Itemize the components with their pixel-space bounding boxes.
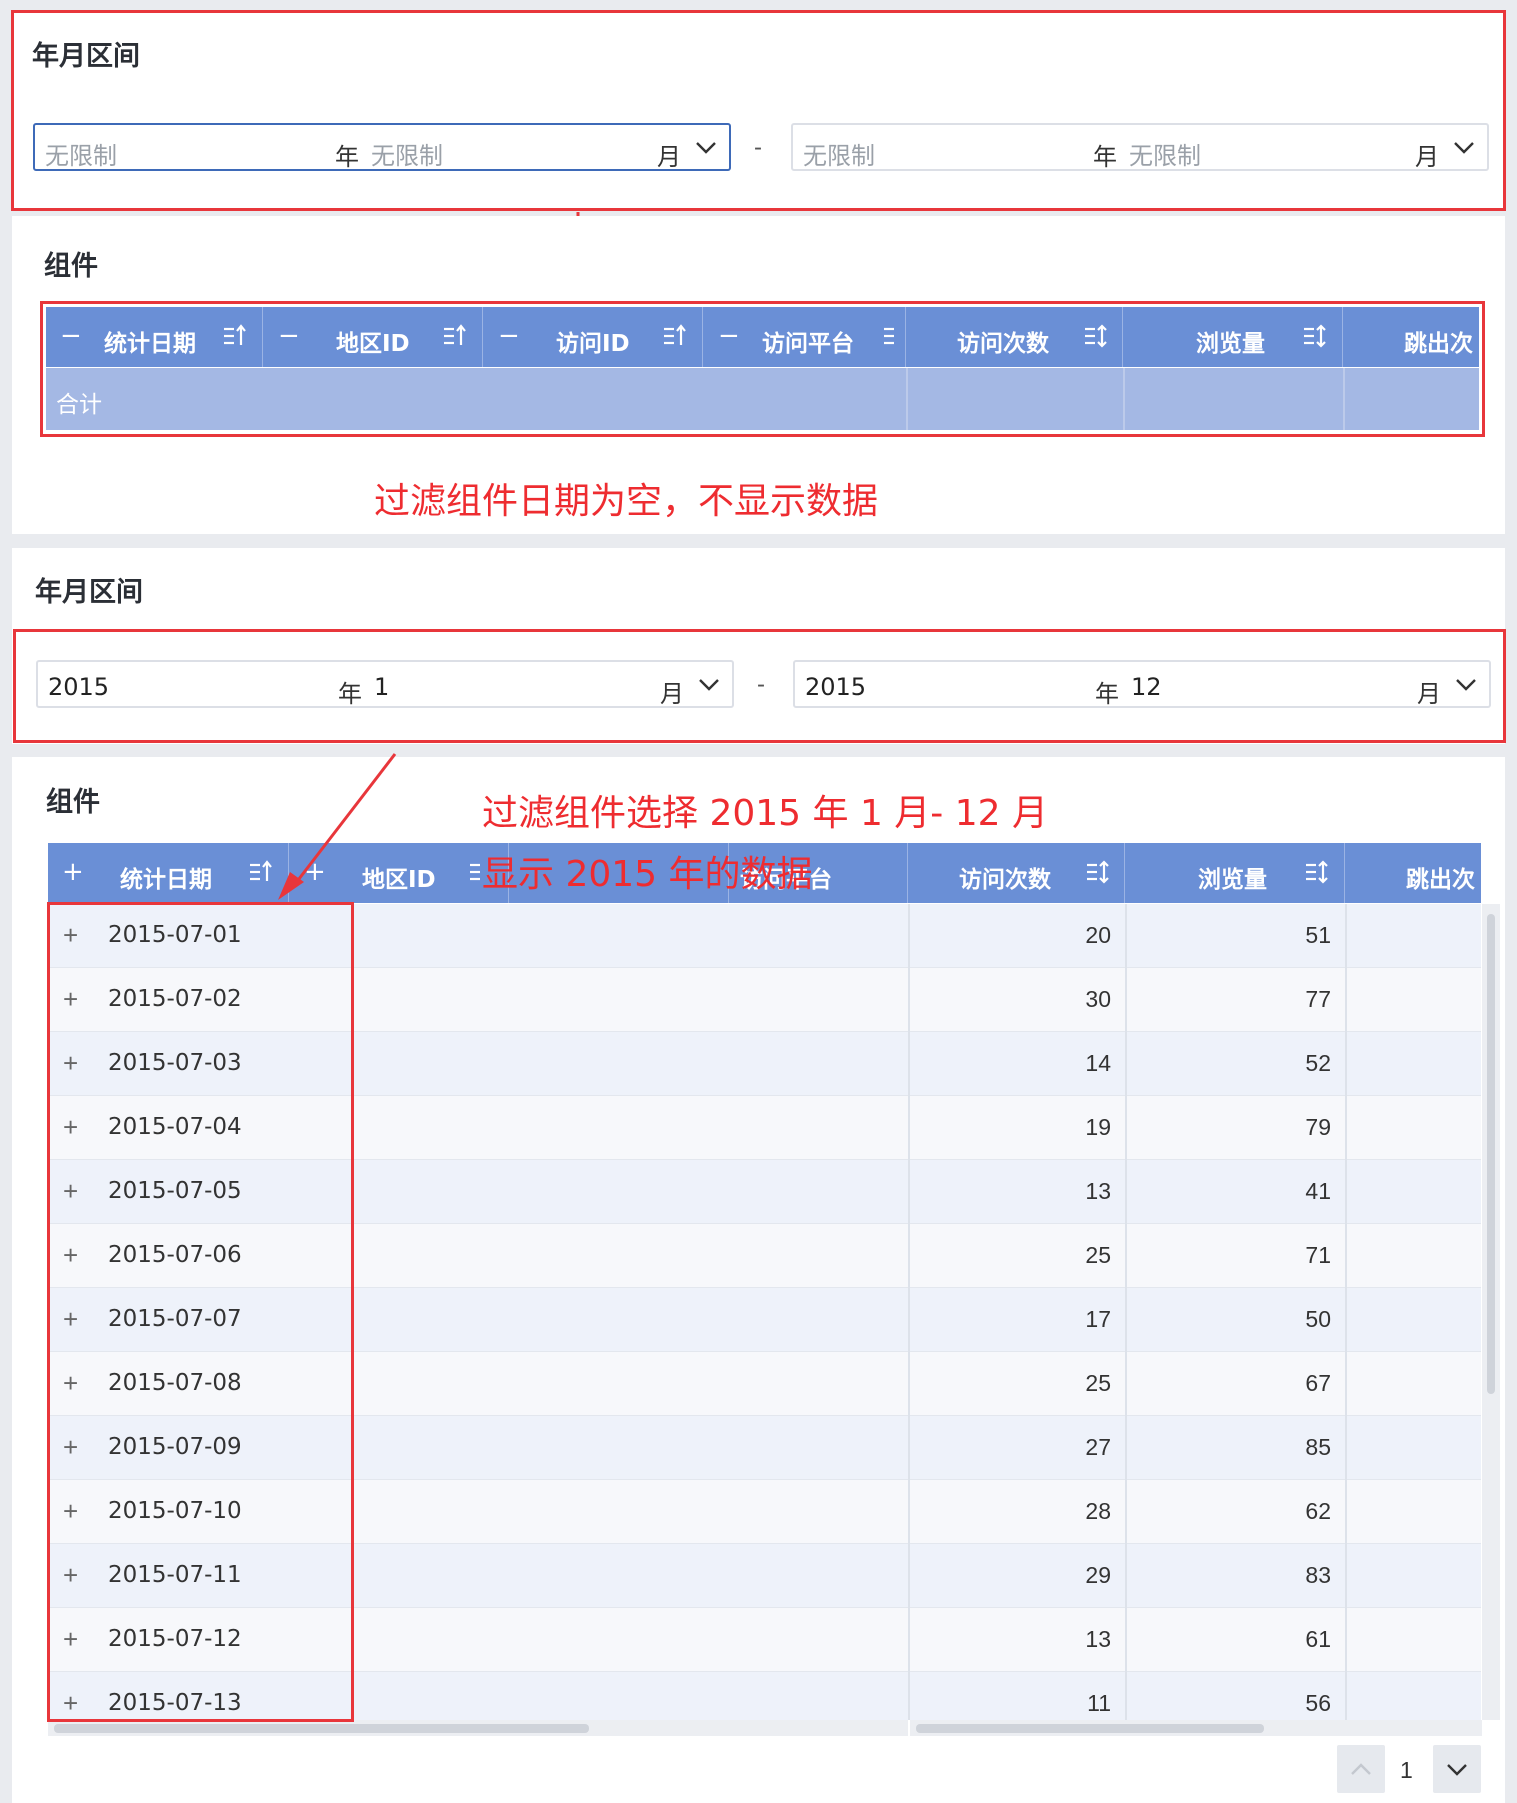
expand-icon[interactable]: + [62,857,84,887]
cell-page-views: 67 [1305,1370,1331,1396]
cell-visit-count: 14 [1085,1050,1111,1076]
arrow-annotation-2 [278,753,397,900]
cell-page-views: 61 [1305,1626,1331,1652]
cell-visit-count: 30 [1085,986,1111,1012]
cell-page-views: 85 [1305,1434,1331,1460]
header-bounce[interactable]: 跳出次 [1346,843,1481,903]
header-page-views[interactable]: 浏览量 [1126,843,1345,903]
highlight-date-column [47,902,354,1722]
cell-page-views: 51 [1305,922,1331,948]
page-number: 1 [1400,1757,1413,1783]
cell-page-views: 50 [1305,1306,1331,1332]
column-divider [1125,904,1127,1720]
chevron-down-icon [1447,1764,1467,1776]
cell-visit-count: 27 [1085,1434,1111,1460]
cell-page-views: 77 [1305,986,1331,1012]
cell-page-views: 56 [1305,1690,1331,1716]
header-stat-date[interactable]: + 统计日期 [48,843,289,903]
highlight-table-1 [40,301,1485,437]
horizontal-scroll-thumb[interactable] [916,1724,1264,1733]
annotation-show-2015: 显示 2015 年的数据 [482,854,813,895]
cell-visit-count: 13 [1085,1178,1111,1204]
vertical-scroll-thumb[interactable] [1487,914,1495,1394]
cell-visit-count: 29 [1085,1562,1111,1588]
chevron-up-icon [1351,1763,1371,1775]
cell-visit-count: 19 [1085,1114,1111,1140]
component-title-1: 组件 [44,251,98,282]
annotation-empty-date: 过滤组件日期为空，不显示数据 [374,481,879,522]
cell-visit-count: 17 [1085,1306,1111,1332]
highlight-filter-2 [13,629,1506,743]
cell-visit-count: 13 [1085,1626,1111,1652]
cell-visit-count: 28 [1085,1498,1111,1524]
cell-page-views: 62 [1305,1498,1331,1524]
column-divider [1345,904,1347,1720]
horizontal-scrollbar-right[interactable] [910,1720,1482,1736]
cell-page-views: 83 [1305,1562,1331,1588]
annotation-filter-selection: 过滤组件选择 2015 年 1 月- 12 月 [482,793,1048,834]
horizontal-scroll-thumb[interactable] [54,1724,589,1733]
column-divider [908,904,910,1720]
cell-page-views: 79 [1305,1114,1331,1140]
vertical-scrollbar[interactable] [1482,904,1500,1720]
cell-visit-count: 11 [1087,1690,1111,1716]
header-visit-count[interactable]: 访问次数 [909,843,1125,903]
cell-visit-count: 25 [1085,1370,1111,1396]
cell-page-views: 71 [1305,1242,1331,1268]
cell-visit-count: 20 [1085,922,1111,948]
cell-page-views: 52 [1305,1050,1331,1076]
cell-page-views: 41 [1305,1178,1331,1204]
filter-title-2: 年月区间 [35,577,143,608]
horizontal-scrollbar-left[interactable] [48,1720,908,1736]
sort-icon[interactable] [1304,859,1330,885]
page-next-button[interactable] [1433,1745,1481,1793]
page-prev-button[interactable] [1337,1745,1385,1793]
sort-icon[interactable] [1085,859,1111,885]
cell-visit-count: 25 [1085,1242,1111,1268]
component-title-2: 组件 [46,787,100,818]
highlight-filter-1 [11,10,1506,211]
